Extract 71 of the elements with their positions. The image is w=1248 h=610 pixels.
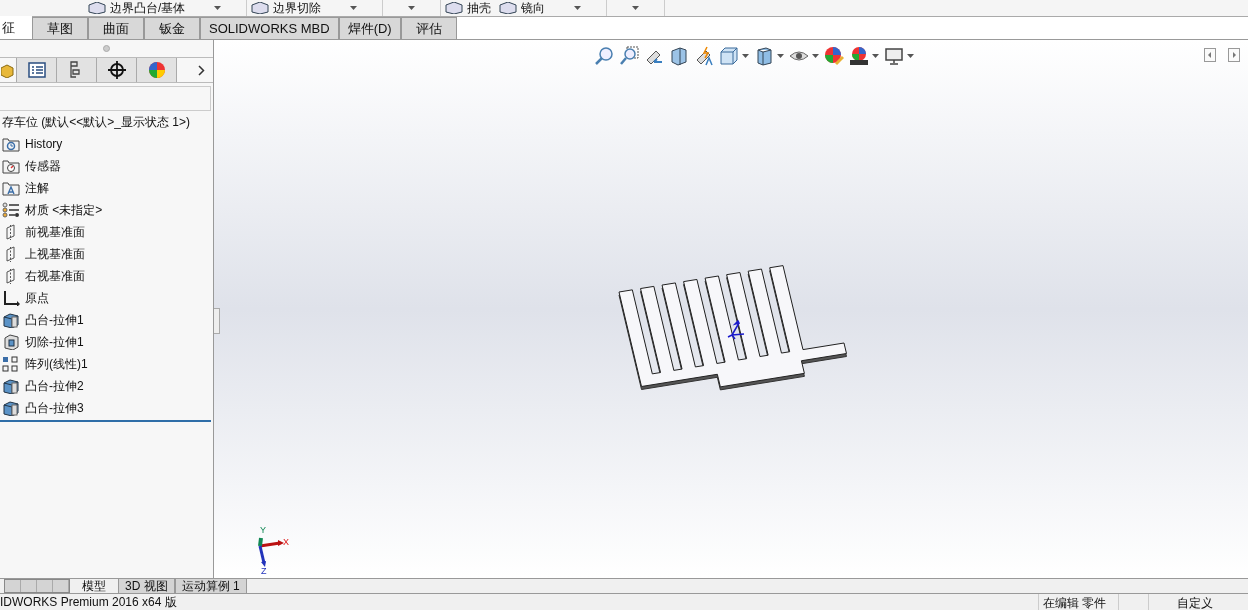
command-tab[interactable]: 评估	[400, 17, 457, 39]
extrude-solid-icon	[2, 312, 20, 328]
dropdown-caret-icon[interactable]	[872, 54, 879, 58]
command-tab[interactable]: SOLIDWORKS MBD	[200, 17, 339, 39]
command-tab[interactable]: 草图	[32, 17, 88, 39]
command-tab[interactable]: 曲面	[88, 17, 144, 39]
tree-item[interactable]: History	[0, 133, 213, 155]
solid-block-icon	[499, 1, 518, 14]
solid-block-icon	[251, 1, 270, 14]
dropdown-caret-icon[interactable]	[214, 5, 222, 10]
tree-item[interactable]: 材质 <未指定>	[0, 199, 213, 221]
model-tab[interactable]: 运动算例 1	[174, 579, 247, 593]
feature-tree-icon	[1, 62, 15, 78]
status-text: IDWORKS Premium 2016 x64 版	[0, 594, 178, 610]
shaded-box-icon[interactable]	[754, 46, 774, 66]
collapse-right-icon[interactable]	[1228, 48, 1240, 62]
origin-axes-icon	[2, 290, 20, 306]
model-tab[interactable]: 3D 视图	[118, 579, 175, 593]
dropdown-caret-icon[interactable]	[632, 5, 640, 10]
zoom-area-icon[interactable]	[619, 46, 639, 66]
tree-item[interactable]: 切除-拉伸1	[0, 331, 213, 353]
tree-item[interactable]: 注解	[0, 177, 213, 199]
toolbar-button[interactable]: 抽壳	[441, 0, 496, 16]
toolbar-button[interactable]: 镜向	[495, 0, 550, 16]
panel-grip-icon[interactable]	[103, 45, 110, 52]
collapse-left-icon[interactable]	[1204, 48, 1216, 62]
origin-triad-icon	[727, 319, 745, 340]
dynamic-annotation-icon[interactable]	[694, 46, 714, 66]
tree-item[interactable]: 阵列(线性)1	[0, 353, 213, 375]
cube-view-icon[interactable]	[719, 46, 739, 66]
tree-item[interactable]: 原点	[0, 287, 213, 309]
crosshair-icon	[107, 61, 126, 79]
color-ball-scene-icon[interactable]	[849, 46, 869, 66]
chevron-right-icon[interactable]	[198, 64, 205, 76]
panel-splitter-handle[interactable]	[214, 308, 220, 334]
dropdown-caret-icon[interactable]	[408, 5, 416, 10]
extrude-solid-icon	[2, 400, 20, 416]
units-selector[interactable]: 自定义	[1148, 594, 1248, 610]
property-list-icon	[27, 62, 46, 78]
dropdown-caret-icon[interactable]	[812, 54, 819, 58]
filter-field[interactable]	[0, 86, 211, 111]
command-tab[interactable]: 焊件(D)	[338, 17, 401, 39]
color-ball-pencil-icon[interactable]	[824, 46, 844, 66]
dropdown-caret-icon[interactable]	[742, 54, 749, 58]
monitor-icon[interactable]	[884, 46, 904, 66]
solid-block-icon	[445, 1, 464, 14]
solid-block-icon	[88, 1, 106, 14]
toolbar-button[interactable]: 边界切除	[247, 0, 326, 16]
extrude-solid-icon	[2, 378, 20, 394]
section-view-icon[interactable]	[669, 46, 689, 66]
tree-item[interactable]: 右视基准面	[0, 265, 213, 287]
tree-item[interactable]: 上视基准面	[0, 243, 213, 265]
extrude-cut-icon	[2, 334, 20, 350]
material-list-icon	[2, 202, 20, 218]
color-wheel-icon	[147, 61, 166, 79]
dropdown-caret-icon[interactable]	[350, 5, 358, 10]
tree-root[interactable]: 存车位 (默认<<默认>_显示状态 1>)	[0, 111, 213, 133]
panel-tab[interactable]	[97, 58, 137, 82]
tree-item[interactable]: 传感器	[0, 155, 213, 177]
dropdown-caret-icon[interactable]	[907, 54, 914, 58]
status-text: 在编辑 零件	[1038, 594, 1118, 610]
tree-item[interactable]: 凸台-拉伸2	[0, 375, 213, 397]
linear-pattern-icon	[2, 356, 20, 372]
dropdown-caret-icon[interactable]	[777, 54, 784, 58]
tree-item[interactable]: 前视基准面	[0, 221, 213, 243]
command-tab[interactable]: 钣金	[144, 17, 200, 39]
toolbar-button[interactable]: 边界凸台/基体	[84, 0, 190, 16]
tree-item[interactable]: 凸台-拉伸3	[0, 397, 213, 419]
zoom-to-fit-icon[interactable]	[594, 46, 614, 66]
dropdown-caret-icon[interactable]	[574, 5, 582, 10]
tree-item[interactable]: 凸台-拉伸1	[0, 309, 213, 331]
